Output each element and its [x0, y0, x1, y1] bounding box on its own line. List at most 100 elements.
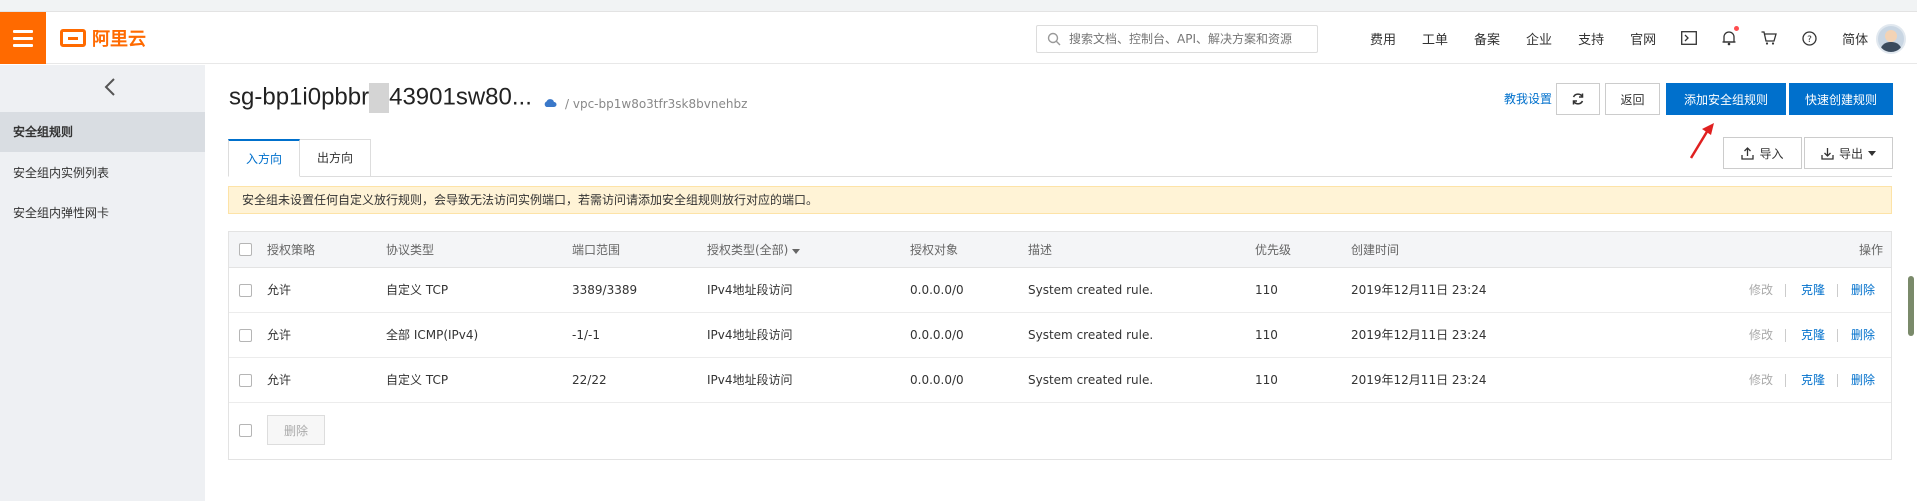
avatar[interactable]: [1876, 24, 1906, 54]
col-auth-type-label: 授权类型(全部): [707, 243, 789, 257]
export-label: 导出: [1838, 146, 1863, 161]
filter-caret-down-icon: [792, 249, 801, 254]
collapse-sidebar-chevron-left-icon[interactable]: [100, 77, 120, 97]
col-actions: 操作: [1859, 243, 1884, 257]
cell-policy: 允许: [267, 283, 292, 297]
tab-inbound[interactable]: 入方向: [228, 139, 301, 177]
nav-ticket[interactable]: 工单: [1409, 29, 1461, 48]
global-search[interactable]: [1036, 25, 1318, 53]
bulk-select-checkbox[interactable]: [239, 424, 252, 437]
sidebar-item-instances[interactable]: 安全组内实例列表: [0, 153, 205, 193]
col-created: 创建时间: [1351, 243, 1400, 257]
cell-protocol: 自定义 TCP: [386, 373, 449, 387]
op-separator: [1785, 374, 1786, 387]
select-all-checkbox[interactable]: [239, 243, 252, 256]
cell-port: 22/22: [572, 373, 607, 387]
bulk-delete-button[interactable]: 删除: [267, 415, 325, 445]
cell-created: 2019年12月11日 23:24: [1351, 283, 1487, 297]
bell-icon[interactable]: [1709, 26, 1749, 46]
top-nav-links: 费用 工单 备案 企业 支持 官网 ? 简体: [1357, 12, 1881, 64]
page-title-prefix: sg-bp1i0pbbr: [229, 83, 370, 111]
nav-support[interactable]: 支持: [1565, 29, 1617, 48]
col-auth-type[interactable]: 授权类型(全部): [707, 232, 801, 268]
sidebar-item-eni[interactable]: 安全组内弹性网卡: [0, 193, 205, 233]
back-button[interactable]: 返回: [1605, 83, 1660, 115]
cell-protocol: 自定义 TCP: [386, 283, 449, 297]
edit-link[interactable]: 修改: [1749, 358, 1773, 403]
quick-create-rule-button[interactable]: 快速创建规则: [1789, 83, 1893, 115]
help-icon[interactable]: ?: [1789, 30, 1829, 46]
refresh-button[interactable]: [1556, 83, 1600, 115]
edit-link[interactable]: 修改: [1749, 313, 1773, 358]
nav-icp[interactable]: 备案: [1461, 29, 1513, 48]
clone-link[interactable]: 克隆: [1801, 358, 1825, 403]
col-policy: 授权策略: [267, 243, 316, 257]
search-icon: [1047, 32, 1061, 46]
cell-auth-type: IPv4地址段访问: [707, 283, 793, 297]
cell-description: System created rule.: [1028, 373, 1154, 387]
table-header: 授权策略 协议类型 端口范围 授权类型(全部) 授权对象 描述 优先级 创建时间…: [229, 232, 1891, 268]
op-separator: [1785, 329, 1786, 342]
col-port: 端口范围: [572, 243, 621, 257]
import-label: 导入: [1759, 146, 1784, 161]
aliyun-logo[interactable]: 阿里云: [60, 26, 146, 50]
rules-table: 授权策略 协议类型 端口范围 授权类型(全部) 授权对象 描述 优先级 创建时间…: [228, 231, 1892, 460]
row-checkbox[interactable]: [239, 374, 252, 387]
edit-link[interactable]: 修改: [1749, 268, 1773, 313]
terminal-icon[interactable]: [1669, 31, 1709, 45]
menu-hamburger-icon[interactable]: [0, 12, 46, 64]
scrollbar-thumb[interactable]: [1908, 276, 1914, 336]
cart-icon[interactable]: [1749, 31, 1789, 45]
add-security-group-rule-button[interactable]: 添加安全组规则: [1666, 83, 1786, 115]
notification-dot: [1734, 26, 1740, 31]
clone-link[interactable]: 克隆: [1801, 268, 1825, 313]
refresh-icon: [1572, 93, 1584, 105]
page-title: sg-bp1i0pbbr 43901sw80...: [229, 83, 532, 113]
browser-chrome-strip: [0, 0, 1917, 12]
sidebar-item-security-group-rules[interactable]: 安全组规则: [0, 112, 205, 152]
nav-billing[interactable]: 费用: [1357, 29, 1409, 48]
op-separator: [1785, 284, 1786, 297]
cell-created: 2019年12月11日 23:24: [1351, 328, 1487, 342]
import-button[interactable]: 导入: [1723, 137, 1802, 169]
teach-me-link[interactable]: 教我设置: [1504, 90, 1552, 107]
search-input[interactable]: [1069, 32, 1309, 46]
page-title-suffix: 43901sw80...: [389, 83, 532, 111]
cell-protocol: 全部 ICMP(IPv4): [386, 328, 479, 342]
op-separator: [1837, 374, 1838, 387]
export-button[interactable]: 导出: [1804, 137, 1893, 169]
cell-target: 0.0.0.0/0: [910, 283, 964, 297]
col-description: 描述: [1028, 243, 1053, 257]
nav-enterprise[interactable]: 企业: [1513, 29, 1565, 48]
delete-link[interactable]: 删除: [1851, 313, 1875, 358]
cell-auth-type: IPv4地址段访问: [707, 373, 793, 387]
row-checkbox[interactable]: [239, 284, 252, 297]
row-checkbox[interactable]: [239, 329, 252, 342]
sidebar: 安全组规则 安全组内实例列表 安全组内弹性网卡: [0, 65, 205, 501]
clone-link[interactable]: 克隆: [1801, 313, 1825, 358]
vpc-id[interactable]: / vpc-bp1w8o3tfr3sk8bvnehbz: [565, 97, 747, 111]
cell-auth-type: IPv4地址段访问: [707, 328, 793, 342]
download-icon: [1821, 147, 1834, 160]
language-switch[interactable]: 简体: [1829, 29, 1881, 48]
logo-text: 阿里云: [92, 29, 146, 50]
table-row: 允许 自定义 TCP 3389/3389 IPv4地址段访问 0.0.0.0/0…: [229, 268, 1891, 313]
cell-target: 0.0.0.0/0: [910, 373, 964, 387]
cell-created: 2019年12月11日 23:24: [1351, 373, 1487, 387]
cell-priority: 110: [1255, 283, 1278, 297]
tab-underline: [228, 176, 1892, 177]
top-navbar: 阿里云 费用 工单 备案 企业 支持 官网 ? 简体: [0, 12, 1917, 64]
cell-description: System created rule.: [1028, 283, 1154, 297]
cell-port: -1/-1: [572, 328, 600, 342]
cell-priority: 110: [1255, 373, 1278, 387]
nav-official-site[interactable]: 官网: [1617, 29, 1669, 48]
delete-link[interactable]: 删除: [1851, 358, 1875, 403]
aliyun-logo-mark-icon: [60, 29, 86, 47]
op-separator: [1837, 284, 1838, 297]
col-priority: 优先级: [1255, 243, 1292, 257]
tab-outbound[interactable]: 出方向: [300, 139, 372, 177]
svg-text:?: ?: [1807, 35, 1812, 45]
delete-link[interactable]: 删除: [1851, 268, 1875, 313]
red-arrow-annotation: [1689, 123, 1714, 159]
cell-policy: 允许: [267, 328, 292, 342]
